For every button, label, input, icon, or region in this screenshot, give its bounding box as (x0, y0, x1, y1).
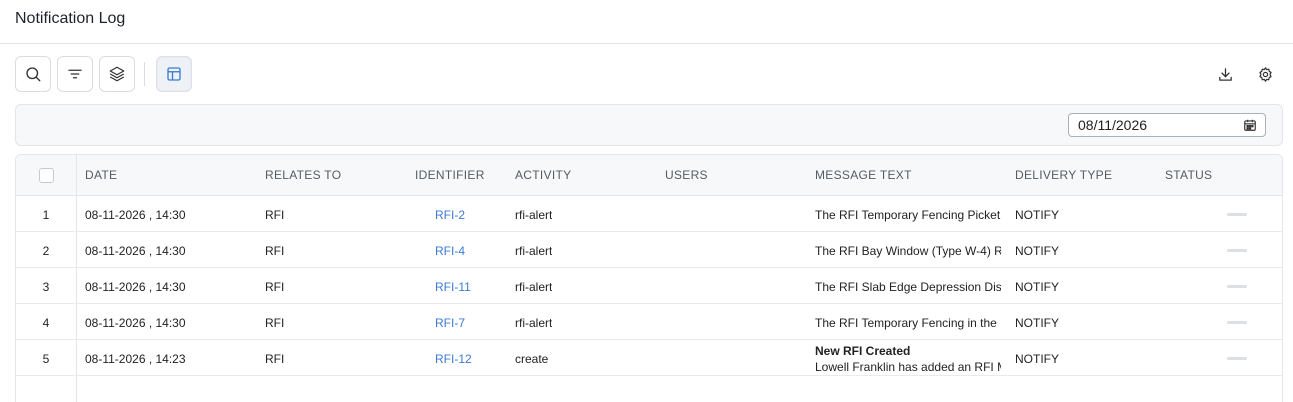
row-activity: rfi-alert (515, 280, 553, 294)
status-placeholder (1227, 249, 1247, 252)
message-title: New RFI Created (815, 344, 911, 358)
row-relates-to: RFI (265, 244, 285, 258)
calendar-icon[interactable] (1243, 118, 1257, 132)
page-header: Notification Log (0, 0, 1293, 44)
row-relates-to: RFI (265, 208, 285, 222)
table-row[interactable]: 3 08-11-2026 , 14:30 RFI RFI-11 rfi-aler… (16, 268, 1282, 304)
row-identifier-link[interactable]: RFI-11 (435, 280, 471, 294)
row-identifier-link[interactable]: RFI-4 (435, 244, 465, 258)
row-message-title: New RFI Created (815, 344, 1001, 358)
row-message: Lowell Franklin has added an RFI M (815, 360, 1001, 374)
row-delivery-type: NOTIFY (1015, 208, 1059, 222)
col-users[interactable]: USERS (665, 168, 708, 182)
download-icon (1218, 67, 1232, 81)
download-button[interactable] (1215, 64, 1235, 84)
search-button[interactable] (15, 56, 51, 92)
row-activity: rfi-alert (515, 244, 553, 258)
page-title: Notification Log (15, 10, 126, 27)
row-identifier-link[interactable]: RFI-2 (435, 208, 465, 222)
toolbar-divider (144, 62, 145, 86)
row-message: The RFI Temporary Fencing in the p (815, 316, 1001, 330)
row-identifier-link[interactable]: RFI-12 (435, 352, 472, 366)
row-number: 1 (42, 208, 50, 222)
col-relates-to[interactable]: RELATES TO (265, 168, 341, 182)
col-date[interactable]: DATE (85, 168, 117, 182)
row-number: 2 (42, 244, 50, 258)
table-layout-icon (167, 67, 181, 81)
col-status[interactable]: STATUS (1165, 168, 1212, 182)
status-placeholder (1227, 321, 1247, 324)
row-date: 08-11-2026 , 14:30 (85, 208, 186, 222)
gear-icon (1258, 66, 1272, 82)
row-relates-to: RFI (265, 280, 285, 294)
row-delivery-type: NOTIFY (1015, 244, 1059, 258)
row-activity: create (515, 352, 549, 366)
table-row[interactable]: 4 08-11-2026 , 14:30 RFI RFI-7 rfi-alert… (16, 304, 1282, 340)
row-date: 08-11-2026 , 14:23 (85, 352, 186, 366)
row-relates-to: RFI (265, 352, 285, 366)
select-all-checkbox[interactable] (39, 168, 54, 183)
row-activity: rfi-alert (515, 208, 553, 222)
search-icon (26, 67, 41, 82)
row-relates-to: RFI (265, 316, 285, 330)
row-message: The RFI Slab Edge Depression Disc (815, 280, 1001, 294)
row-date: 08-11-2026 , 14:30 (85, 280, 186, 294)
row-date: 08-11-2026 , 14:30 (85, 316, 186, 330)
row-message: The RFI Temporary Fencing Picket S (815, 208, 1001, 222)
row-activity: rfi-alert (515, 316, 553, 330)
col-delivery-type[interactable]: DELIVERY TYPE (1015, 168, 1112, 182)
col-identifier[interactable]: IDENTIFIER (415, 168, 485, 182)
row-message: The RFI Bay Window (Type W-4) Re (815, 244, 1001, 258)
status-placeholder (1227, 285, 1247, 288)
col-activity[interactable]: ACTIVITY (515, 168, 571, 182)
table-row[interactable]: 2 08-11-2026 , 14:30 RFI RFI-4 rfi-alert… (16, 232, 1282, 268)
table-header: DATE RELATES TO IDENTIFIER ACTIVITY USER… (16, 155, 1282, 196)
status-placeholder (1227, 357, 1247, 360)
table-view-button[interactable] (156, 56, 192, 92)
layers-icon (109, 66, 125, 82)
row-delivery-type: NOTIFY (1015, 316, 1059, 330)
filter-bar: 08/11/2026 (15, 104, 1283, 146)
notification-table: DATE RELATES TO IDENTIFIER ACTIVITY USER… (15, 154, 1283, 402)
table-row[interactable]: 5 08-11-2026 , 14:23 RFI RFI-12 create N… (16, 340, 1282, 376)
row-delivery-type: NOTIFY (1015, 352, 1059, 366)
col-message-text[interactable]: MESSAGE TEXT (815, 168, 912, 182)
settings-button[interactable] (1255, 64, 1275, 84)
row-delivery-type: NOTIFY (1015, 280, 1059, 294)
date-value: 08/11/2026 (1078, 117, 1148, 133)
row-date: 08-11-2026 , 14:30 (85, 244, 186, 258)
filter-button[interactable] (57, 56, 93, 92)
row-number: 5 (42, 352, 50, 366)
row-number: 4 (42, 316, 50, 330)
table-row[interactable]: 1 08-11-2026 , 14:30 RFI RFI-2 rfi-alert… (16, 196, 1282, 232)
date-input[interactable]: 08/11/2026 (1068, 113, 1266, 137)
status-placeholder (1227, 213, 1247, 216)
row-number: 3 (42, 280, 50, 294)
filter-icon (68, 69, 82, 79)
layers-button[interactable] (99, 56, 135, 92)
row-identifier-link[interactable]: RFI-7 (435, 316, 465, 330)
